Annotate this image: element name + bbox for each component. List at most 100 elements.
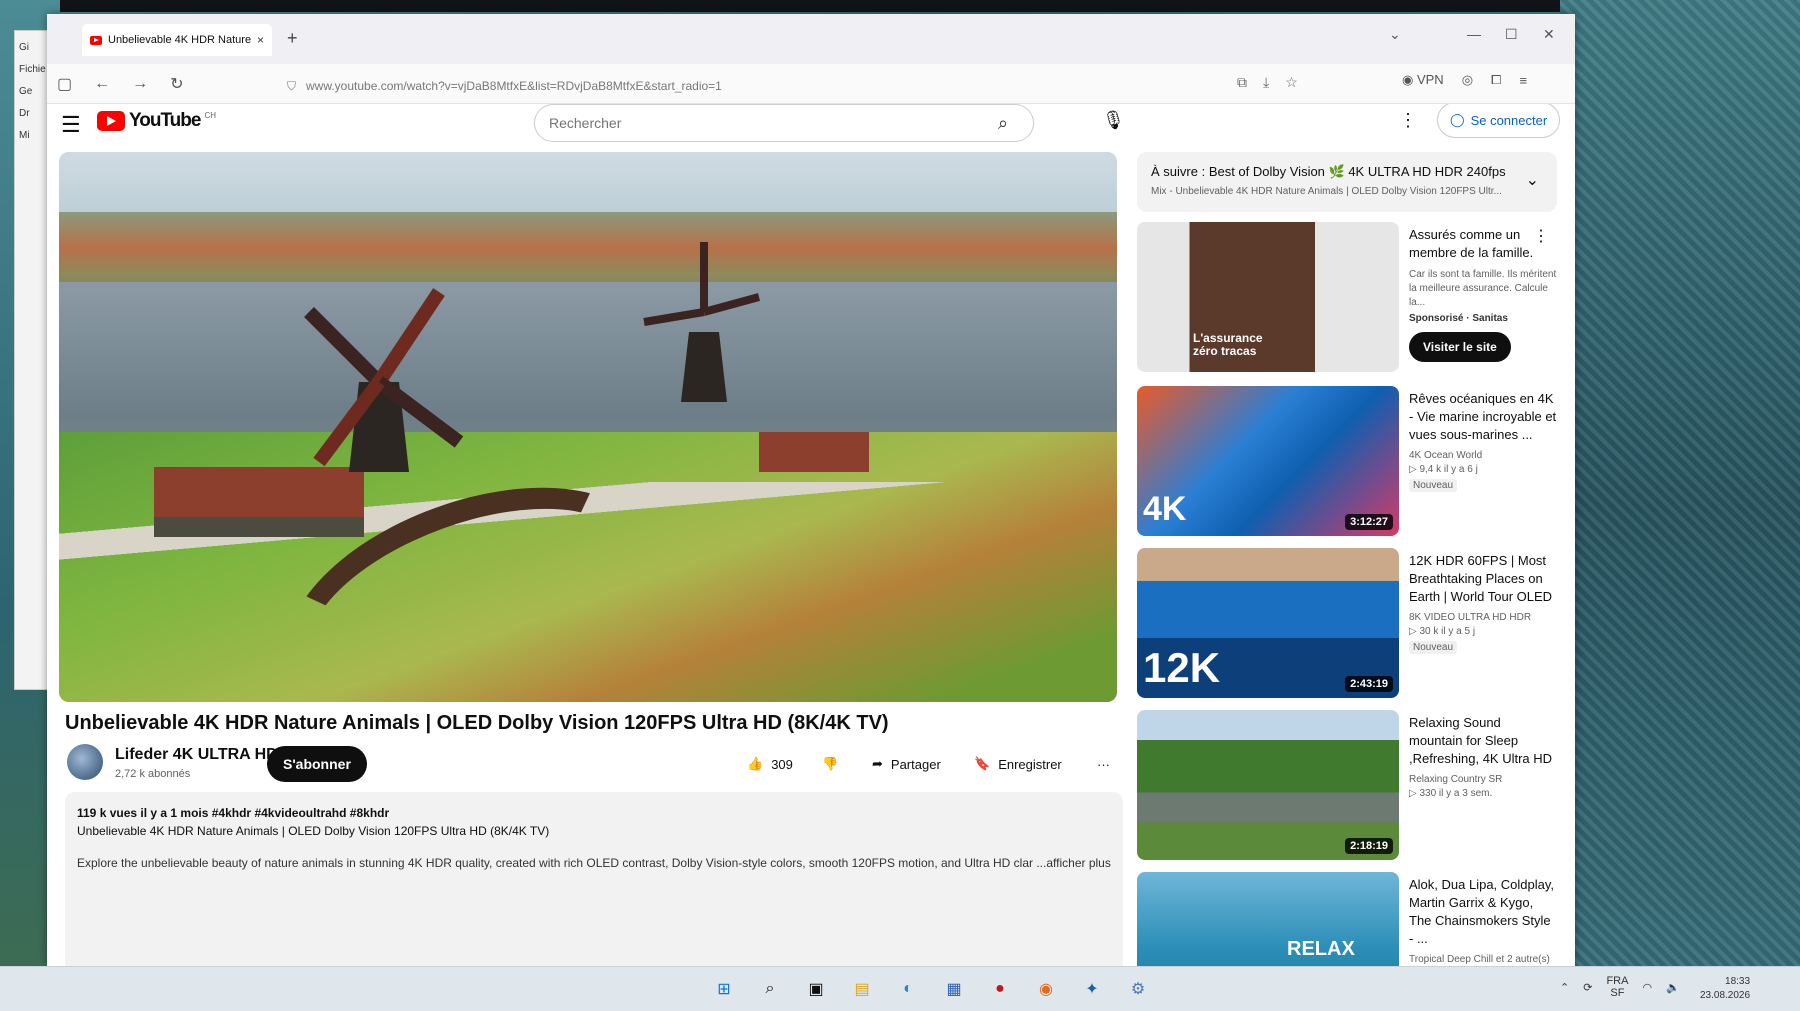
- youtube-play-icon: [97, 111, 125, 131]
- vpn-label: VPN: [1416, 72, 1444, 87]
- share-button[interactable]: ➦ Partager: [862, 746, 951, 782]
- recommendation-item[interactable]: 2:18:19 Relaxing Sound mountain for Slee…: [1137, 710, 1557, 860]
- subscribe-button[interactable]: S'abonner: [267, 746, 367, 782]
- video-title: Unbelievable 4K HDR Nature Animals | OLE…: [65, 712, 889, 734]
- screen-bezel: [0, 0, 1800, 12]
- recommendation-meta: ▷ 30 k il y a 5 j: [1409, 626, 1476, 637]
- tab-list-chevron-icon[interactable]: ⌄: [1389, 26, 1401, 43]
- sign-in-button[interactable]: ◯ Se connecter: [1437, 104, 1561, 138]
- video-thumbnail[interactable]: 12K 2:43:19: [1137, 548, 1399, 698]
- recommendation-item[interactable]: RELAX Alok, Dua Lipa, Coldplay, Martin G…: [1137, 872, 1557, 966]
- sponsored-ad[interactable]: L'assurance zéro tracas Assurés comme un…: [1137, 222, 1557, 372]
- ad-thumbnail-text: L'assurance zéro tracas: [1193, 331, 1263, 358]
- sync-icon[interactable]: ⟳: [1583, 981, 1592, 994]
- close-window-icon[interactable]: ✕: [1543, 26, 1555, 43]
- app-red-icon[interactable]: ●: [986, 975, 1014, 1003]
- reload-icon[interactable]: ↻: [170, 74, 183, 94]
- new-tab-button[interactable]: +: [287, 28, 298, 49]
- picture-in-picture-icon[interactable]: ⧉: [1237, 74, 1247, 91]
- language-code: FRA: [1606, 975, 1629, 987]
- extensions-icon[interactable]: ⧠: [1491, 72, 1501, 88]
- settings-gear-icon[interactable]: ⚙: [1124, 975, 1152, 1003]
- address-bar[interactable]: ⛉ www.youtube.com/watch?v=vjDaB8MtfxE&li…: [287, 72, 1337, 100]
- search-icon[interactable]: ⌕: [756, 975, 784, 1003]
- recommendation-channel[interactable]: 8K VIDEO ULTRA HD HDR: [1409, 612, 1557, 623]
- wifi-icon[interactable]: ◠: [1642, 981, 1652, 994]
- video-thumbnail[interactable]: 4K 3:12:27: [1137, 386, 1399, 536]
- clock-date: 23.08.2026: [1700, 990, 1751, 1001]
- recommendation-channel[interactable]: Relaxing Country SR: [1409, 774, 1557, 785]
- url-text[interactable]: www.youtube.com/watch?v=vjDaB8MtfxE&list…: [306, 79, 722, 93]
- more-actions-button[interactable]: ···: [1087, 746, 1120, 782]
- ad-more-icon[interactable]: ⋮: [1533, 226, 1549, 246]
- pin-app-icon[interactable]: ✦: [1078, 975, 1106, 1003]
- bookmark-icon: 🔖: [974, 756, 991, 771]
- store-icon[interactable]: ▦: [940, 975, 968, 1003]
- subscriber-count: 2,72 k abonnés: [115, 768, 191, 780]
- chevron-down-icon[interactable]: ⌄: [1526, 170, 1539, 190]
- firefox-icon[interactable]: ◉: [1032, 975, 1060, 1003]
- browser-tab[interactable]: Unbelievable 4K HDR Nature A ×: [82, 24, 272, 56]
- recommendation-title[interactable]: 12K HDR 60FPS | Most Breathtaking Places…: [1409, 552, 1557, 606]
- channel-avatar[interactable]: [67, 744, 103, 780]
- up-next-playlist: Best of Dolby Vision 🌿 4K ULTRA HD HDR 2…: [1208, 164, 1506, 179]
- dislike-button[interactable]: 👎: [812, 746, 848, 782]
- visit-site-button[interactable]: Visiter le site: [1409, 332, 1511, 362]
- taskbar-apps: ⊞ ⌕ ▣ ▤ ◐ ▦ ● ◉ ✦ ⚙: [710, 975, 1152, 1003]
- video-thumbnail[interactable]: 2:18:19: [1137, 710, 1399, 860]
- settings-kebab-icon[interactable]: ⋮: [1399, 110, 1417, 131]
- volume-icon[interactable]: 🔈: [1666, 981, 1680, 994]
- thumbnail-label: 12K: [1143, 644, 1221, 691]
- recommendation-title[interactable]: Rêves océaniques en 4K - Vie marine incr…: [1409, 390, 1557, 444]
- recommendation-channel[interactable]: Tropical Deep Chill et 2 autre(s): [1409, 954, 1557, 965]
- windmill-large: [304, 288, 464, 472]
- description-body: Explore the unbelievable beauty of natur…: [77, 856, 1111, 870]
- menu-icon[interactable]: ≡: [1519, 73, 1527, 88]
- new-badge: Nouveau: [1409, 641, 1458, 654]
- recommendation-channel[interactable]: 4K Ocean World: [1409, 450, 1557, 461]
- account-icon[interactable]: ◎: [1462, 72, 1473, 88]
- tray-chevron-up-icon[interactable]: ⌃: [1560, 981, 1569, 994]
- hamburger-menu-icon[interactable]: ☰: [61, 112, 81, 138]
- youtube-logo[interactable]: YouTube CH: [97, 110, 216, 132]
- share-label: Partager: [890, 756, 941, 772]
- microphone-icon[interactable]: 🎙: [1102, 110, 1125, 131]
- duration-badge: 2:18:19: [1345, 838, 1393, 854]
- recommendation-title[interactable]: Relaxing Sound mountain for Sleep ,Refre…: [1409, 714, 1557, 768]
- save-button[interactable]: 🔖 Enregistrer: [964, 746, 1072, 782]
- recommendation-title[interactable]: Alok, Dua Lipa, Coldplay, Martin Garrix …: [1409, 876, 1557, 948]
- maximize-icon[interactable]: ☐: [1505, 26, 1518, 43]
- bookmark-star-icon[interactable]: ☆: [1285, 74, 1298, 91]
- file-explorer-icon[interactable]: ▤: [848, 975, 876, 1003]
- search-icon[interactable]: ⌕: [973, 105, 1033, 141]
- tab-close-icon[interactable]: ×: [257, 33, 264, 47]
- new-badge: Nouveau: [1409, 479, 1458, 492]
- forward-icon[interactable]: →: [132, 75, 148, 93]
- video-thumbnail[interactable]: RELAX: [1137, 872, 1399, 966]
- task-view-icon[interactable]: ▣: [802, 975, 830, 1003]
- thumbnail-label: 4K: [1143, 490, 1187, 528]
- search-input[interactable]: [549, 115, 973, 131]
- up-next-panel[interactable]: À suivre : Best of Dolby Vision 🌿 4K ULT…: [1137, 152, 1557, 212]
- ad-sponsor: Sponsorisé · Sanitas: [1409, 313, 1508, 324]
- video-player[interactable]: [59, 152, 1117, 702]
- thumbs-up-icon: 👍: [747, 756, 764, 771]
- recommendation-meta: ▷ 330 il y a 3 sem.: [1409, 788, 1493, 799]
- recommendation-item[interactable]: 12K 2:43:19 12K HDR 60FPS | Most Breatht…: [1137, 548, 1557, 698]
- desktop-wallpaper-ocean: [1560, 0, 1800, 1011]
- sidebar-toggle-icon[interactable]: ▢: [57, 74, 72, 94]
- like-button[interactable]: 👍 309: [737, 746, 803, 782]
- system-clock[interactable]: 18:33 23.08.2026: [1700, 975, 1750, 1003]
- windows-start-icon[interactable]: ⊞: [710, 975, 738, 1003]
- edge-icon[interactable]: ◐: [894, 975, 922, 1003]
- ad-thumbnail[interactable]: L'assurance zéro tracas: [1137, 222, 1399, 372]
- channel-name[interactable]: Lifeder 4K ULTRA HD: [115, 746, 278, 764]
- download-icon[interactable]: ⤓: [1263, 74, 1269, 91]
- minimize-icon[interactable]: —: [1467, 26, 1481, 42]
- language-indicator[interactable]: FRA SF: [1606, 975, 1628, 999]
- vpn-button[interactable]: ◉ VPN: [1402, 72, 1444, 88]
- back-icon[interactable]: ←: [94, 75, 110, 93]
- recommendation-item[interactable]: 4K 3:12:27 Rêves océaniques en 4K - Vie …: [1137, 386, 1557, 536]
- description-box[interactable]: 119 k vues il y a 1 mois #4khdr #4kvideo…: [65, 792, 1123, 966]
- country-code: CH: [204, 110, 217, 120]
